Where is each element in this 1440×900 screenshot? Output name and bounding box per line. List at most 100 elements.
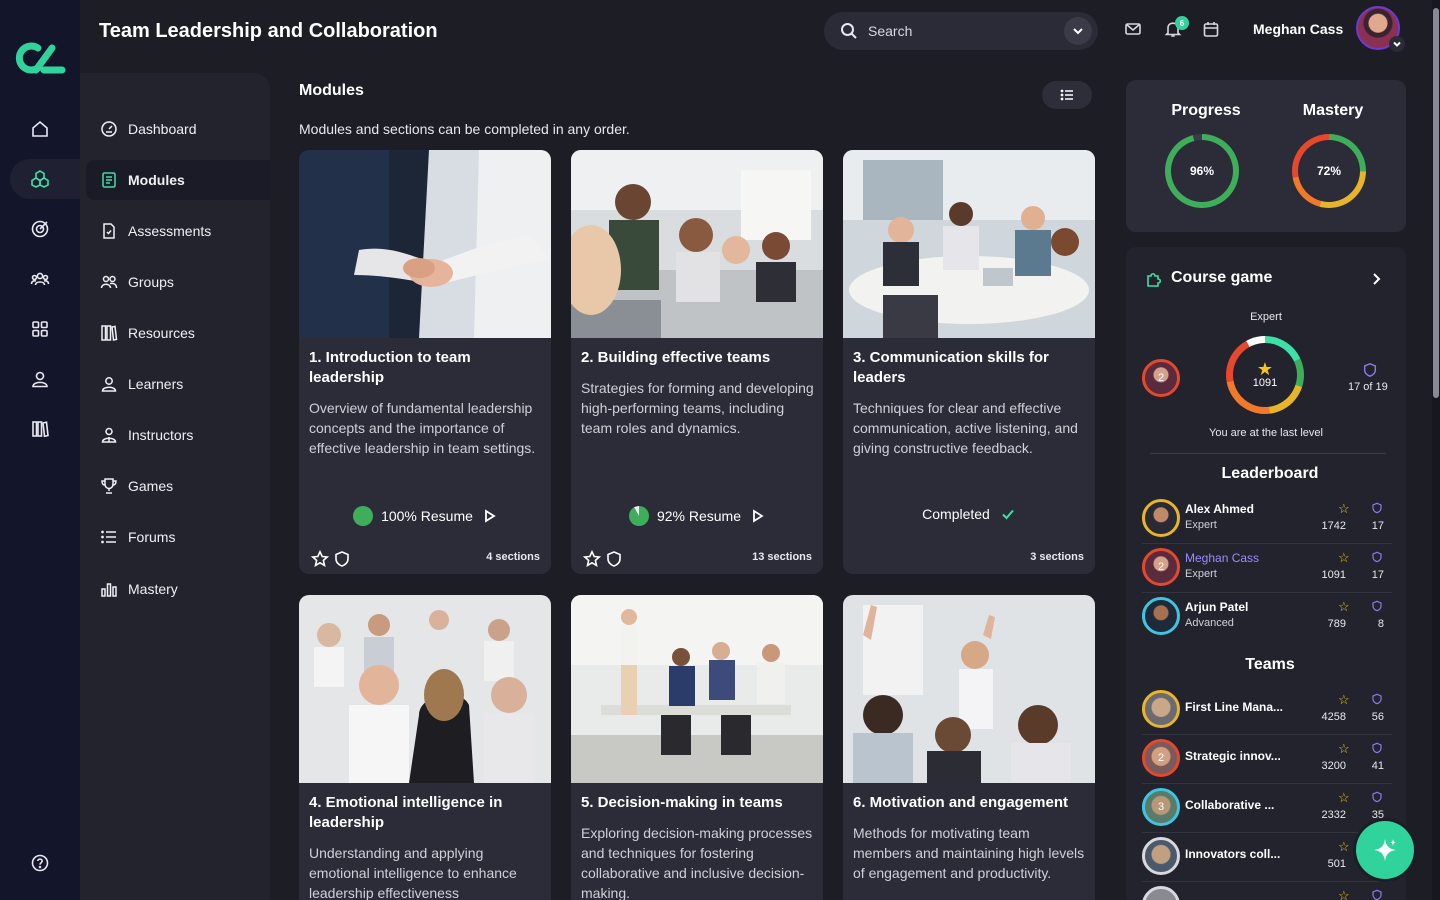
resume-button[interactable]: 100% Resume xyxy=(299,506,551,526)
leaderboard-row[interactable]: Arjun Patel Advanced ☆ 789 8 xyxy=(1140,593,1392,641)
rank-number: 2 xyxy=(1157,752,1165,764)
trophy-icon xyxy=(101,478,117,494)
user-menu-button[interactable] xyxy=(1389,36,1405,52)
nav-label: Learners xyxy=(128,376,184,392)
search-bar[interactable]: Search xyxy=(824,12,1098,50)
search-input[interactable]: Search xyxy=(868,23,1064,39)
section-count: 4 sections xyxy=(486,551,540,563)
nav-item-resources[interactable]: Resources xyxy=(86,313,270,353)
module-card[interactable]: 2. Building effective teams Strategies f… xyxy=(571,150,823,574)
team-name: Innovators coll... xyxy=(1185,847,1281,861)
nav-item-games[interactable]: Games xyxy=(86,466,270,506)
module-title: 6. Motivation and engagement xyxy=(853,794,1069,811)
module-title: 1. Introduction to team leadership xyxy=(309,349,471,386)
sidebar-nav: Dashboard Modules Assessments Groups Res… xyxy=(80,73,270,900)
level-ring: ★ 1091 xyxy=(1226,336,1304,414)
team-name: Collaborative ... xyxy=(1185,798,1275,812)
nav-item-mastery[interactable]: Mastery xyxy=(86,569,270,609)
search-dropdown-button[interactable] xyxy=(1064,17,1092,45)
progress-value: 96% xyxy=(1171,140,1233,202)
avatar: 3 xyxy=(1142,788,1180,826)
page-scrollbar[interactable] xyxy=(1432,0,1440,900)
help-icon[interactable] xyxy=(20,843,60,883)
calendar-icon[interactable] xyxy=(1202,20,1224,42)
scrollbar-thumb[interactable] xyxy=(1433,8,1439,398)
modules-cubes-icon[interactable] xyxy=(20,159,60,199)
star-icon[interactable] xyxy=(311,550,329,568)
nav-item-learners[interactable]: Learners xyxy=(86,364,270,404)
team-row[interactable]: ☆ xyxy=(1140,882,1392,900)
leaderboard-heading: Leaderboard xyxy=(1221,465,1319,482)
course-game-title[interactable]: Course game xyxy=(1171,269,1272,287)
nav-item-modules[interactable]: Modules xyxy=(86,160,270,200)
forum-list-icon xyxy=(101,530,116,544)
nav-item-dashboard[interactable]: Dashboard xyxy=(86,109,270,149)
module-card[interactable]: 3. Communication skills for leaders Tech… xyxy=(843,150,1095,574)
ai-assistant-button[interactable] xyxy=(1356,821,1414,879)
team-points: 3200 xyxy=(1321,760,1346,772)
star-icon: ★ xyxy=(1256,359,1274,379)
list-view-button[interactable] xyxy=(1042,81,1092,109)
mastery-value: 72% xyxy=(1298,140,1360,202)
library-icon[interactable] xyxy=(20,409,60,449)
team-row[interactable]: 2 Strategic innov... ☆ 3200 41 xyxy=(1140,735,1392,784)
rank-number: 2 xyxy=(1157,372,1165,384)
player-badges: 8 xyxy=(1377,618,1384,630)
shield-icon[interactable] xyxy=(333,550,351,568)
team-name: Strategic innov... xyxy=(1185,749,1281,763)
team-row[interactable]: Innovators coll... ☆ 501 xyxy=(1140,833,1392,882)
check-icon xyxy=(1002,509,1014,520)
user-icon[interactable] xyxy=(20,359,60,399)
nav-label: Assessments xyxy=(128,223,212,239)
mail-icon[interactable] xyxy=(1124,20,1146,42)
team-row[interactable]: First Line Mana... ☆ 4258 56 xyxy=(1140,686,1392,735)
module-card[interactable]: 6. Motivation and engagement Methods for… xyxy=(843,595,1095,900)
grid-icon[interactable] xyxy=(20,309,60,349)
leaderboard-row[interactable]: 2 Meghan Cass Expert ☆ 1091 17 xyxy=(1140,544,1392,593)
player-points: 1742 xyxy=(1321,520,1346,532)
player-level: Expert xyxy=(1185,568,1217,580)
nav-item-forums[interactable]: Forums xyxy=(86,517,270,557)
star-icon[interactable] xyxy=(583,550,601,568)
star-icon: ☆ xyxy=(1338,888,1350,900)
progress-ring xyxy=(628,506,649,526)
module-title: 5. Decision-making in teams xyxy=(581,794,783,811)
completed-status: Completed xyxy=(843,506,1095,522)
star-icon: ☆ xyxy=(1338,599,1350,614)
chevron-right-icon[interactable] xyxy=(1368,271,1384,287)
sparkle-icon xyxy=(1374,839,1396,861)
shield-icon xyxy=(1372,742,1382,754)
shield-icon xyxy=(1372,502,1382,514)
user-name[interactable]: Meghan Cass xyxy=(1253,21,1343,37)
module-description: Strategies for forming and developing hi… xyxy=(581,380,814,436)
nav-item-assessments[interactable]: Assessments xyxy=(86,211,270,251)
star-icon: ☆ xyxy=(1338,790,1350,805)
leaderboard-row[interactable]: Alex Ahmed Expert ☆ 1742 17 xyxy=(1140,495,1392,544)
module-description: Techniques for clear and effective commu… xyxy=(853,400,1078,456)
teams-heading: Teams xyxy=(1245,656,1295,673)
brand-logo[interactable] xyxy=(14,40,66,76)
module-card[interactable]: 5. Decision-making in teams Exploring de… xyxy=(571,595,823,900)
progress-label: Progress xyxy=(1171,102,1241,119)
star-icon: ☆ xyxy=(1338,501,1350,516)
player-level: Advanced xyxy=(1185,617,1234,629)
module-card[interactable]: 4. Emotional intelligence in leadership … xyxy=(299,595,551,900)
progress-ring: 96% xyxy=(1165,134,1239,208)
progress-mastery-panel: Progress Mastery 96% 72% xyxy=(1126,80,1406,232)
modules-icon xyxy=(102,172,116,188)
module-card[interactable]: 1. Introduction to team leadership Overv… xyxy=(299,150,551,574)
module-image-team-meeting xyxy=(571,150,823,338)
chevron-down-icon xyxy=(1393,41,1401,47)
shield-icon[interactable] xyxy=(605,550,623,568)
people-icon[interactable] xyxy=(20,259,60,299)
nav-item-groups[interactable]: Groups xyxy=(86,262,270,302)
team-row[interactable]: 3 Collaborative ... ☆ 2332 35 xyxy=(1140,784,1392,833)
resume-button[interactable]: 92% Resume xyxy=(571,506,823,526)
avatar xyxy=(1142,499,1180,537)
module-title: 2. Building effective teams xyxy=(581,349,771,366)
home-icon[interactable] xyxy=(20,109,60,149)
nav-item-instructors[interactable]: Instructors xyxy=(86,415,270,455)
player-badges: 17 xyxy=(1371,569,1384,581)
badge-progress: 17 of 19 xyxy=(1348,381,1388,393)
target-icon[interactable] xyxy=(20,209,60,249)
